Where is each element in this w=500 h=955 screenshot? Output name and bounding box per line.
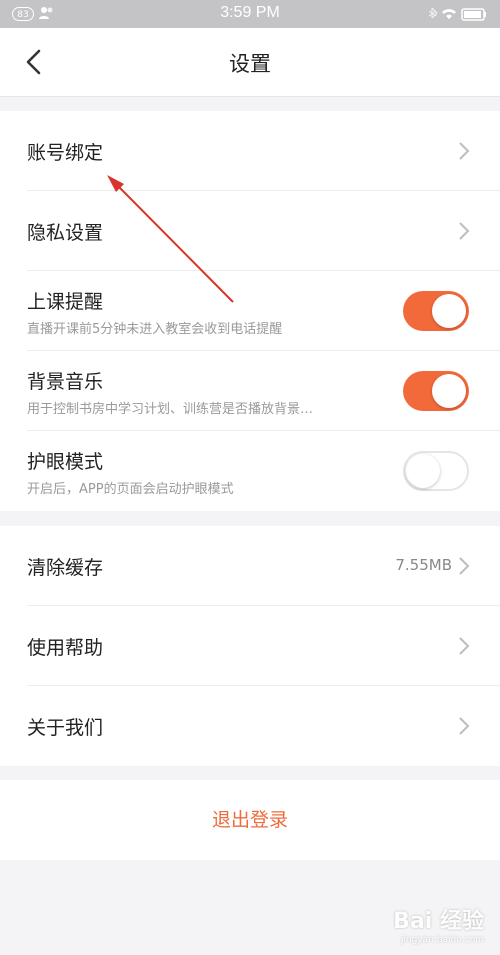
watermark-url: jingyan.baidu.com — [400, 935, 484, 945]
eye-protection-toggle[interactable] — [403, 451, 469, 491]
nav-bar: 设置 — [0, 28, 500, 97]
toggle-knob — [432, 294, 466, 328]
settings-row-clear-cache[interactable]: 清除缓存 7.55MB — [0, 526, 500, 606]
settings-row-background-music: 背景音乐 用于控制书房中学习计划、训练营是否播放背景… — [0, 351, 500, 431]
chevron-right-icon — [459, 222, 470, 240]
row-label: 账号绑定 — [27, 142, 104, 164]
chevron-right-icon — [459, 142, 470, 160]
watermark-text: Bai 经验 — [393, 909, 484, 934]
row-label: 背景音乐 — [27, 371, 104, 393]
settings-row-class-reminder: 上课提醒 直播开课前5分钟未进入教室会收到电话提醒 — [0, 271, 500, 351]
row-label: 清除缓存 — [27, 557, 104, 579]
settings-section-1: 账号绑定 隐私设置 上课提醒 直播开课前5分钟未进入教室会收到电话提醒 背景音乐… — [0, 111, 500, 511]
settings-section-2: 清除缓存 7.55MB 使用帮助 关于我们 — [0, 526, 500, 766]
chevron-right-icon — [459, 637, 470, 655]
logout-button[interactable]: 退出登录 — [0, 780, 500, 860]
toggle-knob — [406, 454, 440, 488]
settings-row-eye-protection: 护眼模式 开启后，APP的页面会启动护眼模式 — [0, 431, 500, 511]
chevron-right-icon — [459, 557, 470, 575]
settings-row-help[interactable]: 使用帮助 — [0, 606, 500, 686]
row-label: 隐私设置 — [27, 222, 104, 244]
baidu-jingyan-watermark: Bai 经验 jingyan.baidu.com — [393, 903, 484, 945]
background-music-toggle[interactable] — [403, 371, 469, 411]
settings-row-about[interactable]: 关于我们 — [0, 686, 500, 766]
status-bar: 83 3:59 PM — [0, 0, 500, 28]
toggle-knob — [432, 374, 466, 408]
status-icons — [428, 7, 486, 21]
page-title: 设置 — [229, 52, 271, 76]
chevron-right-icon — [459, 717, 470, 735]
row-label: 关于我们 — [27, 717, 104, 739]
cache-size-value: 7.55MB — [395, 556, 452, 574]
row-description: 直播开课前5分钟未进入教室会收到电话提醒 — [27, 322, 283, 337]
settings-row-account-binding[interactable]: 账号绑定 — [0, 111, 500, 191]
row-description: 开启后，APP的页面会启动护眼模式 — [27, 482, 234, 497]
row-label: 护眼模式 — [27, 451, 104, 473]
row-description: 用于控制书房中学习计划、训练营是否播放背景… — [27, 402, 314, 417]
settings-row-privacy[interactable]: 隐私设置 — [0, 191, 500, 271]
class-reminder-toggle[interactable] — [403, 291, 469, 331]
clock: 3:59 PM — [220, 4, 280, 21]
row-label: 上课提醒 — [27, 291, 104, 313]
row-label: 使用帮助 — [27, 637, 104, 659]
